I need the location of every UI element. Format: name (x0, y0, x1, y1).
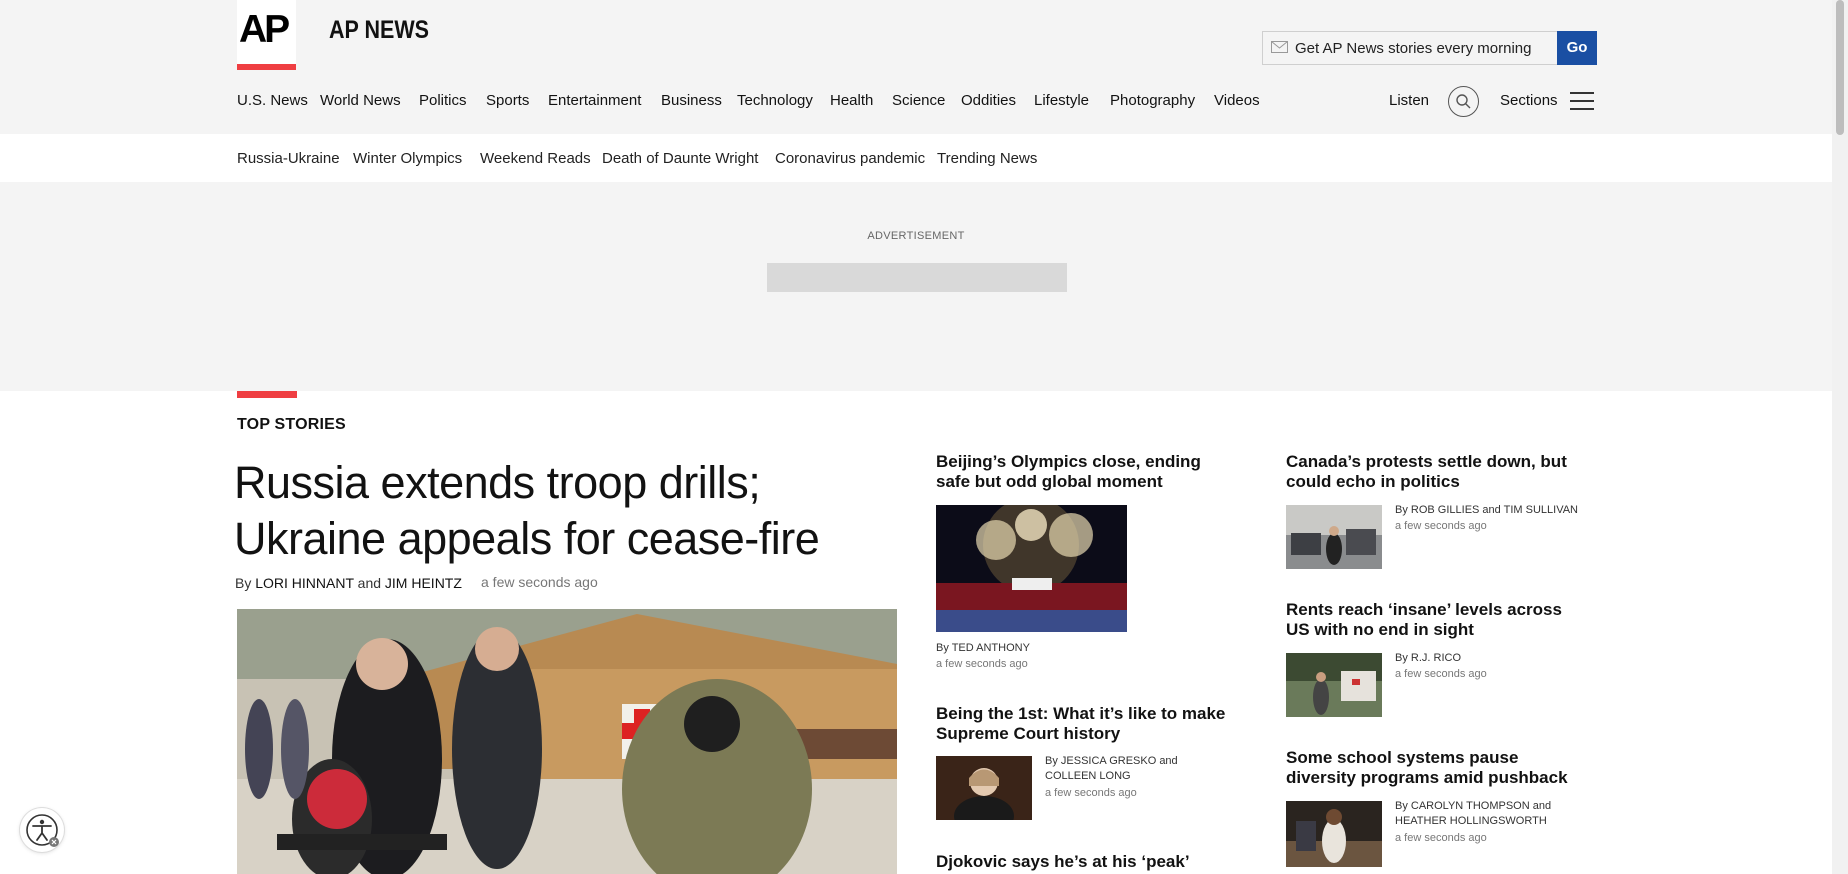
main-byline: By LORI HINNANT and JIM HEINTZ (235, 575, 462, 591)
newsletter-placeholder: Get AP News stories every morning (1295, 40, 1532, 57)
accessibility-icon (26, 814, 59, 847)
page-scrollbar[interactable] (1832, 0, 1848, 874)
ad-placeholder[interactable] (767, 263, 1067, 292)
nav-item-entertainment[interactable]: Entertainment (548, 92, 641, 109)
story-thumbnail[interactable] (936, 505, 1127, 632)
story-byline: By JESSICA GRESKO and COLLEEN LONG (1045, 755, 1178, 782)
story-timestamp: a few seconds ago (1395, 520, 1487, 532)
main-story-image[interactable] (237, 609, 897, 874)
trending-item-trending-news[interactable]: Trending News (937, 150, 1037, 167)
nav-item-sports[interactable]: Sports (486, 92, 529, 109)
logo-text: AP (239, 8, 290, 51)
mail-icon (1271, 41, 1288, 53)
section-red-marker (237, 391, 297, 398)
story-title[interactable]: Some school systems pause diversity prog… (1286, 748, 1576, 788)
brand-name[interactable]: AP NEWS (329, 16, 429, 45)
story-thumbnail[interactable] (1286, 653, 1382, 717)
nav-item-politics[interactable]: Politics (419, 92, 467, 109)
trending-item-winter-olympics[interactable]: Winter Olympics (353, 150, 462, 167)
nav-item-world-news[interactable]: World News (320, 92, 401, 109)
ad-section: ADVERTISEMENT (0, 182, 1832, 391)
nav-item-lifestyle[interactable]: Lifestyle (1034, 92, 1089, 109)
sections-link[interactable]: Sections (1500, 92, 1558, 109)
scrollbar-thumb[interactable] (1836, 0, 1844, 135)
accessibility-button[interactable] (20, 808, 64, 852)
story-thumbnail[interactable] (1286, 505, 1382, 569)
protest-photo (1286, 505, 1382, 569)
ap-logo[interactable]: AP (237, 0, 296, 70)
trending-item-weekend-reads[interactable]: Weekend Reads (480, 150, 591, 167)
section-title-top-stories: TOP STORIES (237, 416, 346, 433)
hamburger-menu-icon[interactable] (1570, 92, 1594, 110)
main-headline[interactable]: Russia extends troop drills; Ukraine app… (234, 455, 904, 567)
nav-item-photography[interactable]: Photography (1110, 92, 1195, 109)
story-title[interactable]: Being the 1st: What it’s like to make Su… (936, 704, 1226, 744)
nav-item-technology[interactable]: Technology (737, 92, 813, 109)
rent-photo (1286, 653, 1382, 717)
nav-item-us-news[interactable]: U.S. News (237, 92, 308, 109)
nav-item-science[interactable]: Science (892, 92, 945, 109)
trending-item-russia-ukraine[interactable]: Russia-Ukraine (237, 150, 340, 167)
story-thumbnail[interactable] (1286, 801, 1382, 867)
story-byline: By TED ANTHONY (936, 642, 1030, 654)
nav-item-health[interactable]: Health (830, 92, 873, 109)
search-icon (1456, 94, 1471, 109)
go-button[interactable]: Go (1557, 31, 1597, 65)
story-timestamp: a few seconds ago (936, 658, 1028, 670)
story-byline: By ROB GILLIES and TIM SULLIVAN (1395, 504, 1578, 516)
fireworks-photo (936, 505, 1127, 632)
story-thumbnail[interactable] (936, 756, 1032, 820)
story-timestamp: a few seconds ago (1395, 668, 1487, 680)
ad-label: ADVERTISEMENT (867, 230, 965, 242)
story-byline: By R.J. RICO (1395, 652, 1462, 664)
author-link[interactable]: LORI HINNANT (255, 575, 354, 591)
logo-red-bar (237, 64, 296, 70)
story-timestamp: a few seconds ago (1395, 832, 1487, 844)
story-title[interactable]: Rents reach ‘insane’ levels across US wi… (1286, 600, 1576, 640)
author-link[interactable]: JIM HEINTZ (385, 575, 462, 591)
newsletter-signup-field[interactable]: Get AP News stories every morning (1262, 31, 1595, 65)
story-title[interactable]: Canada’s protests settle down, but could… (1286, 452, 1576, 492)
story-title[interactable]: Beijing’s Olympics close, ending safe bu… (936, 452, 1226, 492)
portrait-photo (936, 756, 1032, 820)
trending-item-coronavirus[interactable]: Coronavirus pandemic (775, 150, 925, 167)
listen-link[interactable]: Listen (1389, 92, 1429, 109)
trending-bar: Russia-Ukraine Winter Olympics Weekend R… (0, 134, 1832, 182)
story-byline: By CAROLYN THOMPSON and HEATHER HOLLINGS… (1395, 800, 1552, 827)
photo-illustration (237, 609, 897, 874)
nav-item-videos[interactable]: Videos (1214, 92, 1260, 109)
trending-item-daunte-wright[interactable]: Death of Daunte Wright (602, 150, 758, 167)
story-timestamp: a few seconds ago (1045, 787, 1137, 799)
nav-item-business[interactable]: Business (661, 92, 722, 109)
nav-item-oddities[interactable]: Oddities (961, 92, 1016, 109)
story-title[interactable]: Djokovic says he’s at his ‘peak’ (936, 852, 1226, 872)
main-timestamp: a few seconds ago (481, 574, 598, 590)
search-button[interactable] (1448, 86, 1479, 117)
school-photo (1286, 801, 1382, 867)
